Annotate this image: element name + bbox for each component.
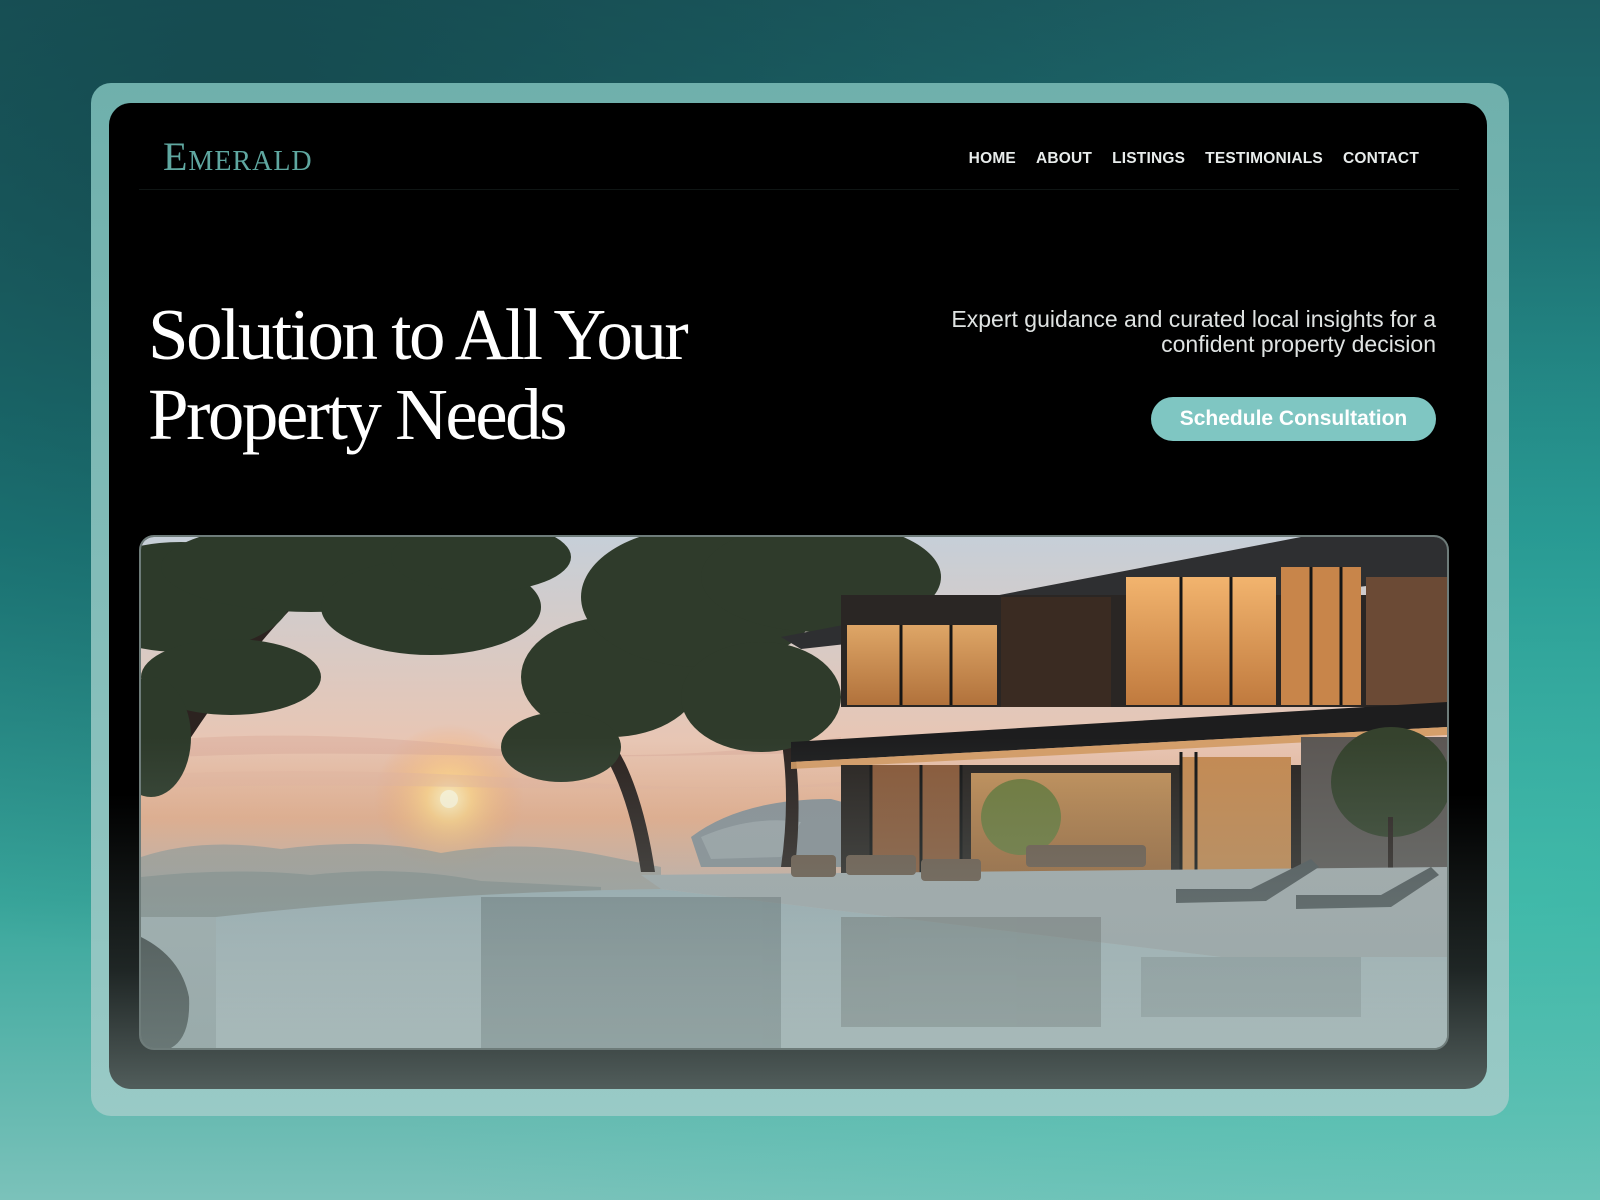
nav-link-home[interactable]: HOME (969, 150, 1016, 168)
hero-subtitle: Expert guidance and curated local insigh… (876, 307, 1436, 357)
nav-link-testimonials[interactable]: TESTIMONIALS (1205, 150, 1323, 168)
nav-links: HOME ABOUT LISTINGS TESTIMONIALS CONTACT (969, 150, 1419, 168)
website-screen: Emerald HOME ABOUT LISTINGS TESTIMONIALS… (109, 103, 1487, 1089)
nav-link-contact[interactable]: CONTACT (1343, 150, 1419, 168)
hero-subtitle-line-1: Expert guidance and curated local insigh… (951, 306, 1436, 332)
nav-link-about[interactable]: ABOUT (1036, 150, 1092, 168)
schedule-consultation-button[interactable]: Schedule Consultation (1151, 397, 1436, 441)
navbar: Emerald HOME ABOUT LISTINGS TESTIMONIALS… (139, 103, 1459, 190)
hero-title-line-2: Property Needs (148, 374, 568, 455)
hero-title: Solution to All Your Property Needs (148, 294, 689, 455)
hero-title-line-1: Solution to All Your (148, 294, 689, 375)
hero-house-image (139, 535, 1449, 1050)
hero-house-illustration (141, 537, 1447, 1048)
nav-link-listings[interactable]: LISTINGS (1112, 150, 1185, 168)
hero-subtitle-line-2: confident property decision (1161, 331, 1436, 357)
brand-logo[interactable]: Emerald (163, 137, 313, 177)
